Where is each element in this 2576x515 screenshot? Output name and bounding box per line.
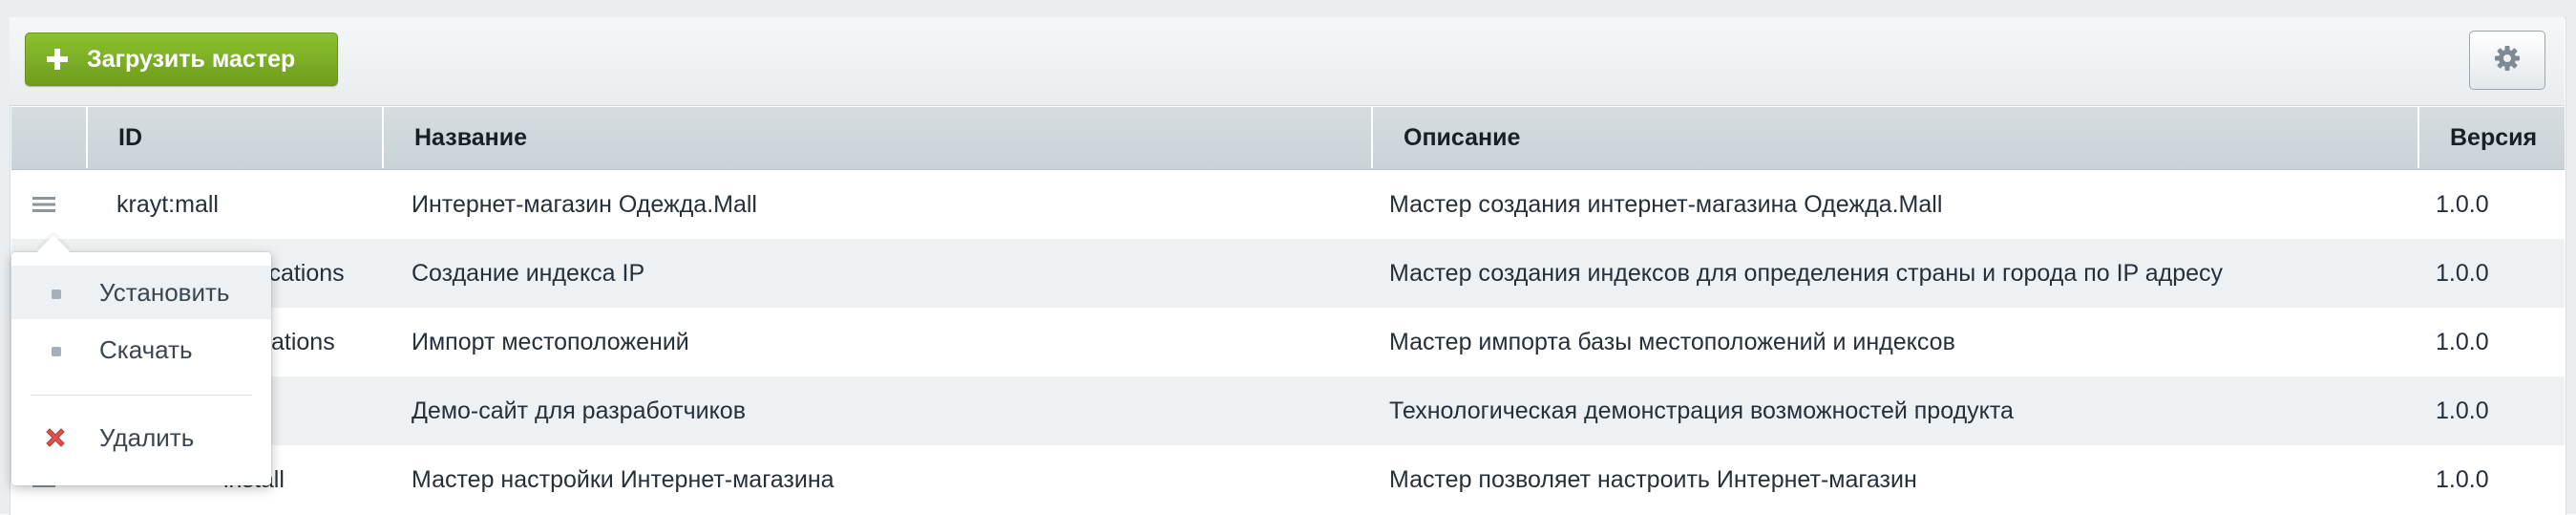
- upload-wizard-label: Загрузить мастер: [87, 45, 296, 73]
- table-header: ID Название Описание Версия: [11, 107, 2565, 170]
- hamburger-icon: [32, 197, 55, 212]
- cell-name: Интернет-магазин Одежда.Mall: [412, 190, 757, 218]
- plus-icon: [45, 47, 70, 72]
- table-row[interactable]: install Мастер настройки Интернет-магази…: [11, 445, 2565, 514]
- toolbar: [10, 17, 2565, 106]
- bullet-icon: [52, 290, 61, 299]
- settings-button[interactable]: [2469, 31, 2545, 90]
- cell-id: ations: [271, 328, 335, 355]
- cell-name: Мастер настройки Интернет-магазина: [412, 465, 834, 493]
- cell-name: Создание индекса IP: [412, 259, 645, 287]
- delete-icon: [42, 424, 69, 458]
- row-context-menu: Установить Скачать Удалить: [11, 235, 271, 485]
- column-header-name[interactable]: Название: [382, 107, 1371, 168]
- cell-version: 1.0.0: [2436, 397, 2489, 424]
- menu-item-delete[interactable]: Удалить: [11, 411, 271, 464]
- gear-icon: [2493, 44, 2522, 77]
- table-row[interactable]: ations Импорт местоположений Мастер импо…: [11, 308, 2565, 376]
- column-header-description[interactable]: Описание: [1371, 107, 2418, 168]
- cell-description: Мастер импорта базы местоположений и инд…: [1389, 328, 1955, 355]
- column-header-actions: [11, 107, 86, 168]
- table-row[interactable]: locations Создание индекса IP Мастер соз…: [11, 239, 2565, 308]
- column-header-version[interactable]: Версия: [2418, 107, 2565, 168]
- menu-divider: [31, 395, 252, 396]
- cell-id: krayt:mall: [116, 190, 219, 218]
- menu-item-label: Установить: [99, 277, 230, 307]
- menu-item-label: Скачать: [99, 334, 193, 364]
- cell-version: 1.0.0: [2436, 259, 2489, 287]
- column-header-id[interactable]: ID: [86, 107, 382, 168]
- cell-version: 1.0.0: [2436, 328, 2489, 355]
- cell-version: 1.0.0: [2436, 465, 2489, 493]
- cell-name: Демо-сайт для разработчиков: [412, 397, 746, 424]
- cell-description: Технологическая демонстрация возможносте…: [1389, 397, 2014, 424]
- row-menu-button[interactable]: [31, 191, 57, 218]
- cell-version: 1.0.0: [2436, 190, 2489, 218]
- cell-name: Импорт местоположений: [412, 328, 689, 355]
- cell-description: Мастер создания интернет-магазина Одежда…: [1389, 190, 1943, 218]
- menu-item-install[interactable]: Установить: [11, 266, 271, 319]
- upload-wizard-button[interactable]: Загрузить мастер: [25, 32, 338, 86]
- cell-description: Мастер позволяет настроить Интернет-мага…: [1389, 465, 1917, 493]
- bullet-icon: [52, 347, 61, 356]
- menu-item-label: Удалить: [99, 422, 195, 452]
- table-row[interactable]: Демо-сайт для разработчиков Технологичес…: [11, 376, 2565, 445]
- table-row[interactable]: krayt:mall Интернет-магазин Одежда.Mall …: [11, 170, 2565, 239]
- cell-description: Мастер создания индексов для определения…: [1389, 259, 2224, 287]
- menu-item-download[interactable]: Скачать: [11, 323, 271, 376]
